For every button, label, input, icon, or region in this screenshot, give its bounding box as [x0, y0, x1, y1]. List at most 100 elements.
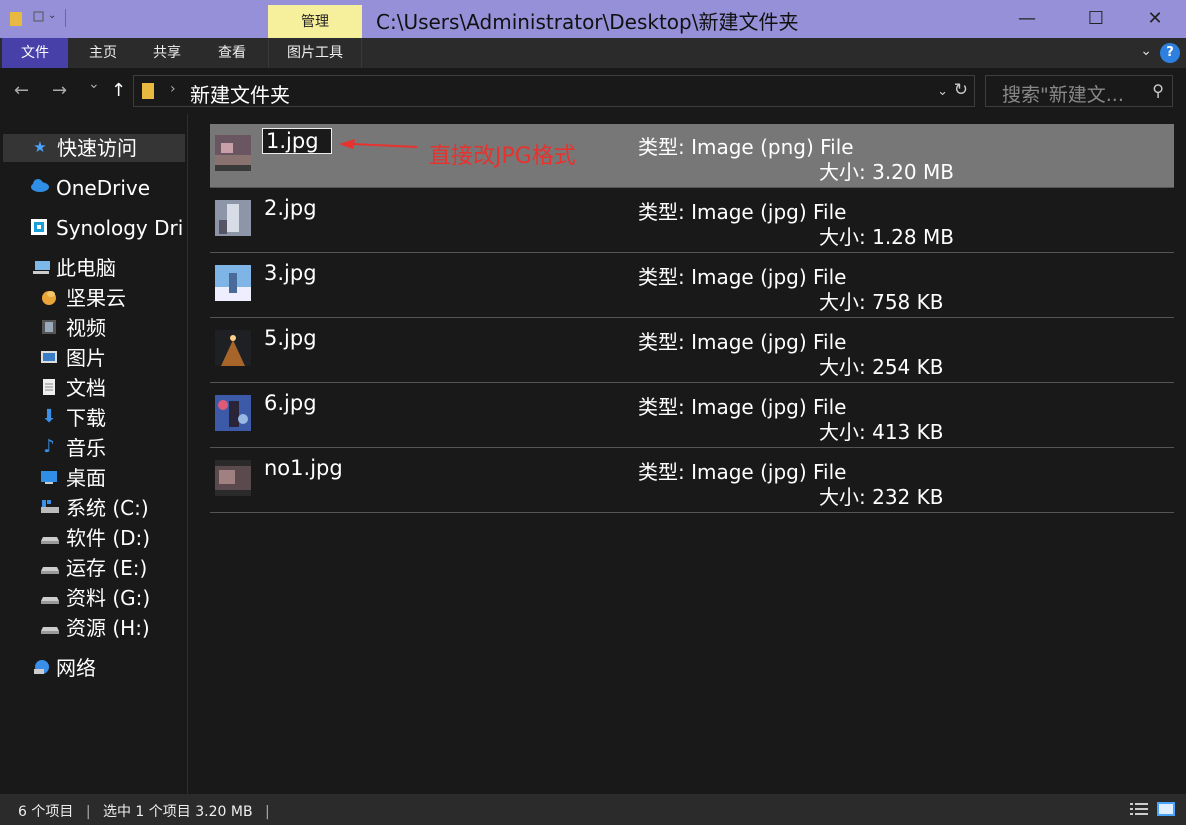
- help-icon[interactable]: ?: [1160, 43, 1180, 63]
- sidebar-item-label: 资源 (H:): [66, 616, 150, 640]
- star-icon: ★: [33, 138, 47, 156]
- folder-icon: [142, 83, 154, 99]
- network-icon: [32, 658, 50, 676]
- address-path[interactable]: 新建文件夹: [190, 79, 290, 108]
- file-name-rename-input[interactable]: 1.jpg: [262, 128, 332, 154]
- tab-file[interactable]: 文件: [2, 38, 68, 68]
- expand-ribbon-icon[interactable]: ⌄: [1140, 43, 1152, 59]
- up-button[interactable]: ↑: [111, 80, 126, 101]
- search-placeholder: 搜索"新建文...: [1002, 84, 1124, 106]
- synology-drive-icon: [30, 218, 48, 236]
- chevron-down-icon[interactable]: ⌄: [937, 84, 948, 99]
- image-thumbnail-icon: [215, 135, 251, 171]
- minimize-button[interactable]: —: [1004, 5, 1050, 33]
- recent-locations-button[interactable]: ⌄: [88, 76, 100, 92]
- window-title: C:\Users\Administrator\Desktop\新建文件夹: [376, 10, 799, 34]
- download-icon: ⬇: [41, 406, 57, 427]
- drive-icon: [40, 618, 59, 636]
- checkbox-quick-icon[interactable]: [33, 9, 45, 27]
- sidebar-item-label: 软件 (D:): [66, 526, 151, 550]
- sidebar-item-label: 资料 (G:): [66, 586, 151, 610]
- tab-manage[interactable]: 管理: [268, 5, 362, 38]
- sidebar-item-drive-h[interactable]: 资源 (H:): [0, 614, 186, 642]
- maximize-button[interactable]: ☐: [1073, 5, 1119, 33]
- close-button[interactable]: ✕: [1132, 5, 1178, 33]
- navigation-pane: ★ 快速访问 OneDrive Synology Dri 此电脑 坚果云 视频 …: [0, 114, 188, 794]
- file-name[interactable]: 3.jpg: [264, 261, 317, 285]
- sidebar-item-label: 网络: [56, 656, 96, 680]
- customize-quick-access-icon[interactable]: ⌄: [48, 10, 56, 21]
- file-name[interactable]: 2.jpg: [264, 196, 317, 220]
- file-type: 类型: Image (jpg) File: [638, 330, 847, 354]
- sidebar-item-documents[interactable]: 文档: [0, 374, 186, 402]
- file-name[interactable]: 6.jpg: [264, 391, 317, 415]
- image-thumbnail-icon: [215, 395, 251, 431]
- folder-icon[interactable]: [10, 10, 24, 30]
- sidebar-item-onedrive[interactable]: OneDrive: [0, 174, 186, 202]
- file-type: 类型: Image (jpg) File: [638, 265, 847, 289]
- file-row[interactable]: 6.jpg 类型: Image (jpg) File 大小: 413 KB: [210, 384, 1174, 448]
- sidebar-item-label: 运存 (E:): [66, 556, 148, 580]
- sidebar-item-desktop[interactable]: 桌面: [0, 464, 186, 492]
- sidebar-item-drive-c[interactable]: 系统 (C:): [0, 494, 186, 522]
- image-thumbnail-icon: [215, 265, 251, 301]
- sidebar-item-drive-e[interactable]: 运存 (E:): [0, 554, 186, 582]
- file-row[interactable]: 1.jpg 类型: Image (png) File 大小: 3.20 MB: [210, 124, 1174, 188]
- file-name[interactable]: no1.jpg: [264, 456, 343, 480]
- sidebar-item-this-pc[interactable]: 此电脑: [0, 254, 186, 282]
- file-row[interactable]: 5.jpg 类型: Image (jpg) File 大小: 254 KB: [210, 319, 1174, 383]
- tab-picture-tools[interactable]: 图片工具: [268, 38, 362, 68]
- file-name[interactable]: 5.jpg: [264, 326, 317, 350]
- sidebar-item-drive-g[interactable]: 资料 (G:): [0, 584, 186, 612]
- tab-share[interactable]: 共享: [138, 38, 196, 68]
- forward-button[interactable]: →: [52, 80, 67, 101]
- sidebar-item-label: 快速访问: [57, 136, 137, 160]
- status-divider: |: [85, 804, 91, 820]
- sidebar-item-downloads[interactable]: ⬇ 下载: [0, 404, 186, 432]
- chevron-right-icon[interactable]: ›: [170, 81, 176, 97]
- document-icon: [40, 378, 58, 396]
- file-row[interactable]: 2.jpg 类型: Image (jpg) File 大小: 1.28 MB: [210, 189, 1174, 253]
- title-separator: [65, 9, 66, 27]
- file-list: 1.jpg 类型: Image (png) File 大小: 3.20 MB 2…: [189, 114, 1186, 794]
- sidebar-item-label: 音乐: [66, 436, 106, 460]
- cloud-icon: [30, 178, 49, 196]
- drive-icon: [40, 558, 59, 576]
- sidebar-item-label: 图片: [66, 346, 106, 370]
- computer-icon: [32, 258, 50, 276]
- sidebar-item-jianguoyun[interactable]: 坚果云: [0, 284, 186, 312]
- search-input[interactable]: 搜索"新建文... ⚲: [985, 75, 1173, 107]
- sidebar-item-label: 文档: [66, 376, 106, 400]
- image-thumbnail-icon: [215, 460, 251, 496]
- drive-icon: [40, 528, 59, 546]
- sidebar-item-quick-access[interactable]: ★ 快速访问: [3, 134, 185, 162]
- picture-icon: [40, 348, 58, 366]
- sidebar-item-label: 系统 (C:): [66, 496, 149, 520]
- file-type: 类型: Image (jpg) File: [638, 395, 847, 419]
- navigation-bar: ← → ⌄ ↑ › 新建文件夹 ⌄ ↻ 搜索"新建文... ⚲: [0, 68, 1186, 114]
- sidebar-item-label: Synology Dri: [56, 216, 184, 240]
- file-row[interactable]: 3.jpg 类型: Image (jpg) File 大小: 758 KB: [210, 254, 1174, 318]
- music-icon: ♪: [43, 436, 55, 457]
- file-size: 大小: 232 KB: [819, 485, 944, 509]
- sidebar-item-synology-drive[interactable]: Synology Dri: [0, 214, 186, 242]
- sidebar-item-music[interactable]: ♪ 音乐: [0, 434, 186, 462]
- file-size: 大小: 1.28 MB: [819, 225, 954, 249]
- back-button[interactable]: ←: [14, 80, 29, 101]
- sidebar-item-label: 桌面: [66, 466, 106, 490]
- status-text: 6 个项目 | 选中 1 个项目 3.20 MB |: [18, 801, 278, 821]
- tab-home[interactable]: 主页: [74, 38, 132, 68]
- file-type: 类型: Image (jpg) File: [638, 460, 847, 484]
- sidebar-item-network[interactable]: 网络: [0, 654, 186, 682]
- refresh-icon[interactable]: ↻: [954, 80, 968, 100]
- tab-view[interactable]: 查看: [203, 38, 261, 68]
- sidebar-item-drive-d[interactable]: 软件 (D:): [0, 524, 186, 552]
- sidebar-item-pictures[interactable]: 图片: [0, 344, 186, 372]
- details-view-icon[interactable]: [1130, 802, 1148, 816]
- large-icons-view-icon[interactable]: [1157, 802, 1175, 816]
- sidebar-item-videos[interactable]: 视频: [0, 314, 186, 342]
- title-bar: ⌄ 管理 C:\Users\Administrator\Desktop\新建文件…: [0, 0, 1186, 38]
- address-bar[interactable]: › 新建文件夹 ⌄ ↻: [133, 75, 975, 107]
- file-row[interactable]: no1.jpg 类型: Image (jpg) File 大小: 232 KB: [210, 449, 1174, 513]
- search-icon[interactable]: ⚲: [1152, 81, 1164, 100]
